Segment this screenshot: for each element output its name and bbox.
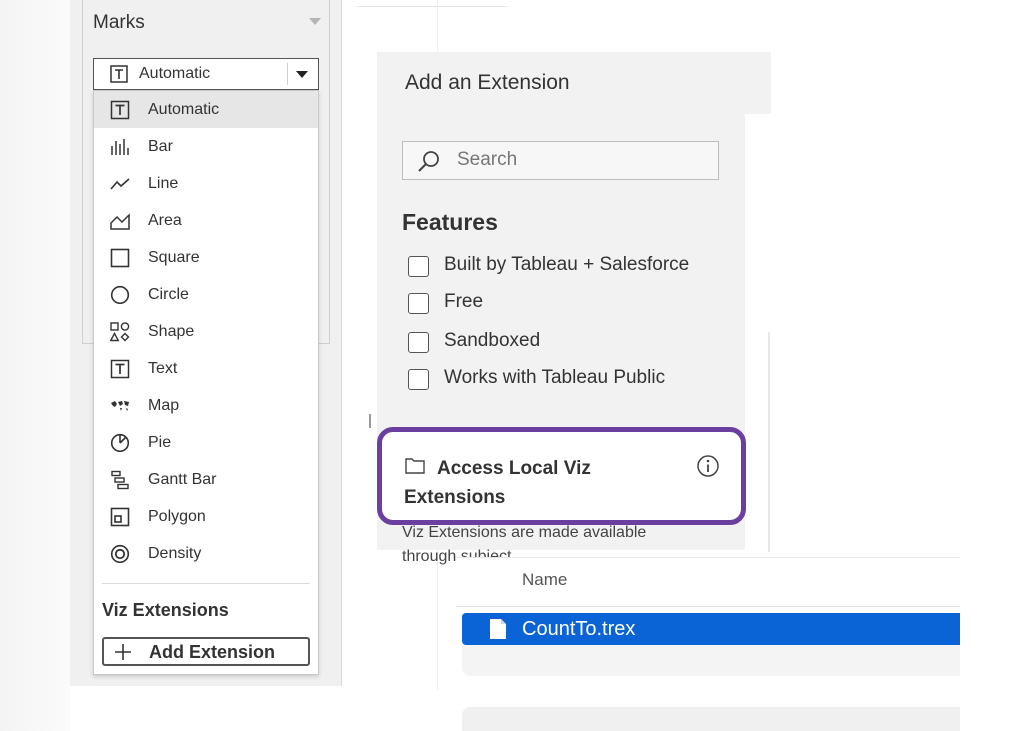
mark-option-label: Pie bbox=[148, 434, 172, 451]
square-icon bbox=[110, 248, 130, 268]
mark-option-label: Circle bbox=[148, 286, 189, 303]
bar-icon bbox=[111, 139, 129, 155]
feature-filter-free[interactable]: Free bbox=[408, 291, 738, 315]
mark-option-polygon[interactable]: Polygon bbox=[94, 498, 318, 535]
mark-option-automatic[interactable]: Automatic bbox=[94, 91, 318, 128]
chevron-down-icon[interactable] bbox=[296, 71, 308, 78]
mark-option-area[interactable]: Area bbox=[94, 202, 318, 239]
mark-option-circle[interactable]: Circle bbox=[94, 276, 318, 313]
feature-label: Sandboxed bbox=[444, 330, 541, 351]
mark-option-bar[interactable]: Bar bbox=[94, 128, 318, 165]
checkbox[interactable] bbox=[408, 369, 429, 390]
mark-option-text[interactable]: Text bbox=[94, 350, 318, 387]
mark-option-label: Density bbox=[148, 545, 202, 562]
mark-option-line[interactable]: Line bbox=[94, 165, 318, 202]
feature-label: Free bbox=[444, 291, 484, 312]
add-extension-button[interactable]: Add Extension bbox=[102, 637, 310, 666]
mark-option-density[interactable]: Density bbox=[94, 535, 318, 572]
mark-option-label: Polygon bbox=[148, 508, 206, 525]
marks-header: Marks bbox=[93, 12, 145, 33]
mark-option-shape[interactable]: Shape bbox=[94, 313, 318, 350]
mark-option-label: Map bbox=[148, 397, 180, 414]
file-row-countto[interactable]: CountTo.trex bbox=[462, 613, 960, 645]
polygon-icon bbox=[110, 507, 130, 527]
mark-option-pie[interactable]: Pie bbox=[94, 424, 318, 461]
access-local-extensions-title: Access Local Viz Extensions bbox=[404, 458, 591, 508]
extension-search-box[interactable] bbox=[402, 141, 719, 180]
circle-icon bbox=[110, 285, 130, 305]
feature-filter-built-by-tableau[interactable]: Built by Tableau + Salesforce bbox=[408, 254, 738, 278]
file-row-empty bbox=[462, 645, 960, 676]
mark-option-label: Text bbox=[148, 360, 178, 377]
document-icon bbox=[490, 619, 506, 639]
feature-filter-tableau-public[interactable]: Works with Tableau Public bbox=[408, 367, 738, 391]
gantt-icon bbox=[111, 470, 129, 490]
search-input[interactable] bbox=[457, 148, 697, 172]
viz-extensions-heading: Viz Extensions bbox=[102, 600, 229, 620]
mark-option-label: Square bbox=[148, 249, 200, 266]
area-icon bbox=[110, 213, 130, 230]
dialog-edge bbox=[768, 332, 770, 552]
dropdown-separator bbox=[102, 583, 310, 584]
marks-menu-caret-icon[interactable] bbox=[309, 18, 321, 25]
search-icon bbox=[418, 151, 439, 172]
mark-option-label: Shape bbox=[148, 323, 195, 340]
line-icon bbox=[110, 178, 130, 190]
select-divider bbox=[287, 63, 288, 85]
feature-label: Works with Tableau Public bbox=[444, 367, 666, 388]
mark-option-label: Automatic bbox=[148, 101, 220, 118]
file-browser: Name CountTo.trex bbox=[456, 557, 960, 681]
mark-option-label: Bar bbox=[148, 138, 173, 155]
mark-type-select[interactable]: Automatic bbox=[93, 58, 319, 90]
file-name: CountTo.trex bbox=[522, 618, 636, 640]
text-t-icon bbox=[110, 359, 130, 379]
mark-option-map[interactable]: Map bbox=[94, 387, 318, 424]
checkbox[interactable] bbox=[408, 256, 429, 277]
add-extension-label: Add Extension bbox=[149, 642, 276, 662]
text-t-icon bbox=[110, 65, 128, 83]
mark-option-gantt-bar[interactable]: Gantt Bar bbox=[94, 461, 318, 498]
shape-icon bbox=[110, 322, 130, 342]
left-gutter bbox=[0, 0, 70, 731]
checkbox[interactable] bbox=[408, 293, 429, 314]
mark-type-dropdown: Automatic Bar Line Area Square Circle Sh… bbox=[93, 90, 319, 675]
column-separator bbox=[456, 606, 960, 607]
density-icon bbox=[110, 544, 130, 564]
text-t-icon bbox=[110, 100, 130, 120]
extension-dialog-title: Add an Extension bbox=[405, 71, 570, 94]
bottom-strip bbox=[462, 707, 960, 731]
feature-label: Built by Tableau + Salesforce bbox=[444, 254, 690, 275]
plus-icon bbox=[115, 644, 131, 660]
map-icon bbox=[111, 401, 129, 411]
divider-tick bbox=[369, 414, 371, 428]
features-heading: Features bbox=[402, 209, 498, 235]
grid-line bbox=[357, 6, 507, 7]
marks-panel: Marks Automatic Automatic Bar Line Area … bbox=[70, 0, 342, 686]
pie-icon bbox=[110, 433, 130, 453]
mark-type-selected-label: Automatic bbox=[139, 65, 211, 82]
extension-dialog-header: Add an Extension bbox=[377, 52, 771, 114]
checkbox[interactable] bbox=[408, 332, 429, 353]
mark-option-label: Line bbox=[148, 175, 179, 192]
info-icon[interactable] bbox=[696, 454, 720, 478]
access-local-extensions-card[interactable]: Access Local Viz Extensions bbox=[377, 427, 746, 525]
mark-option-label: Area bbox=[148, 212, 182, 229]
column-header-name[interactable]: Name bbox=[522, 570, 567, 590]
feature-filter-sandboxed[interactable]: Sandboxed bbox=[408, 330, 738, 354]
mark-option-label: Gantt Bar bbox=[148, 471, 217, 488]
mark-option-square[interactable]: Square bbox=[94, 239, 318, 276]
